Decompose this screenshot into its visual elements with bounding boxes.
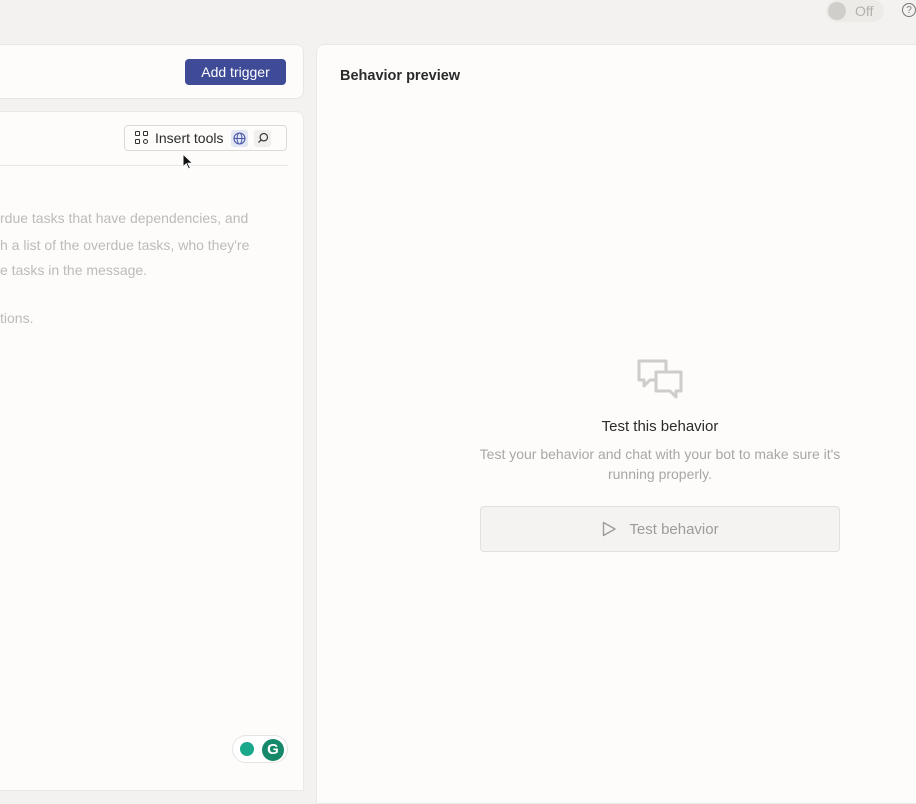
- add-trigger-button[interactable]: Add trigger: [185, 59, 286, 85]
- prompt-text-line[interactable]: tions.: [0, 310, 33, 326]
- top-bar: [0, 0, 916, 44]
- play-icon: [601, 521, 617, 537]
- empty-state-description-line: Test your behavior and chat with your bo…: [479, 446, 841, 462]
- preview-title: Behavior preview: [340, 68, 461, 84]
- empty-state-description: Test your behavior and chat with your bo…: [460, 444, 860, 484]
- toggle-knob: [828, 2, 846, 20]
- test-behavior-label: Test behavior: [629, 520, 719, 538]
- globe-icon[interactable]: [231, 129, 249, 147]
- mouse-pointer-icon: [182, 153, 194, 170]
- insert-tools-icon[interactable]: [135, 131, 149, 145]
- editor-toolbar: Insert tools: [124, 125, 287, 151]
- search-icon[interactable]: [254, 129, 272, 147]
- empty-state-description-line: running properly.: [607, 466, 713, 482]
- insert-tools-button[interactable]: Insert tools: [155, 130, 223, 146]
- toggle-label: Off: [855, 3, 874, 19]
- lightbulb-icon[interactable]: [240, 742, 254, 756]
- toolbar-divider: [0, 165, 288, 166]
- behavior-status-toggle[interactable]: Off: [826, 0, 884, 22]
- empty-state-heading: Test this behavior: [601, 418, 719, 435]
- grammarly-icon[interactable]: G: [262, 739, 284, 761]
- question-circle-icon[interactable]: ?: [902, 3, 916, 17]
- test-behavior-button[interactable]: Test behavior: [480, 506, 840, 552]
- chat-bubbles-icon: [637, 359, 683, 399]
- prompt-text-line[interactable]: rdue tasks that have dependencies, and: [0, 210, 248, 226]
- prompt-text-line[interactable]: h a list of the overdue tasks, who they'…: [0, 237, 249, 253]
- prompt-text-line[interactable]: e tasks in the message.: [0, 262, 147, 278]
